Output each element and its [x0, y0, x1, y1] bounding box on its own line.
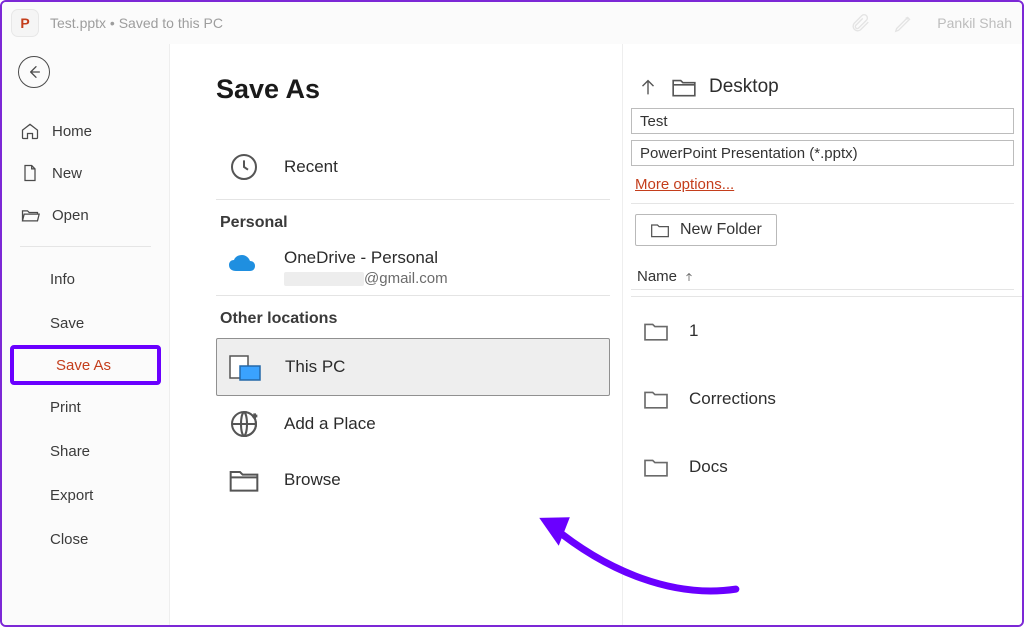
document-icon	[20, 163, 40, 183]
folder-icon	[641, 319, 671, 343]
folder-icon	[671, 76, 697, 98]
title-bar: P Test.pptx • Saved to this PC Pankil Sh…	[2, 2, 1022, 44]
nav-home[interactable]: Home	[2, 110, 169, 152]
location-browse[interactable]: Browse	[216, 452, 610, 508]
nav-open[interactable]: Open	[2, 194, 169, 236]
nav-print[interactable]: Print	[2, 385, 169, 429]
page-title: Save As	[216, 74, 610, 105]
nav-info[interactable]: Info	[2, 257, 169, 301]
location-onedrive[interactable]: OneDrive - Personal @gmail.com	[216, 242, 610, 291]
backstage-window: P Test.pptx • Saved to this PC Pankil Sh…	[0, 0, 1024, 627]
nav-home-label: Home	[52, 123, 92, 140]
browse-label: Browse	[284, 470, 341, 490]
nav-new[interactable]: New	[2, 152, 169, 194]
pen-icon	[893, 12, 915, 34]
location-add-place[interactable]: Add a Place	[216, 396, 610, 452]
nav-share[interactable]: Share	[2, 429, 169, 473]
onedrive-icon	[226, 252, 262, 283]
breadcrumb[interactable]: Desktop	[631, 72, 1022, 108]
add-place-icon	[226, 406, 262, 442]
folder-name: Corrections	[689, 389, 776, 409]
current-folder-label: Desktop	[709, 76, 779, 98]
folder-row[interactable]: Docs	[631, 433, 1022, 501]
nav-save-as[interactable]: Save As	[12, 347, 159, 383]
nav-close[interactable]: Close	[2, 517, 169, 561]
document-title: Test.pptx • Saved to this PC	[50, 15, 223, 31]
save-as-locations: Save As Recent Personal OneDrive - Perso…	[170, 44, 623, 625]
folder-open-icon	[20, 205, 40, 225]
main-area: Home New Open Info Save Save As Print Sh…	[2, 44, 1022, 625]
backstage-nav: Home New Open Info Save Save As Print Sh…	[2, 44, 170, 625]
folder-icon	[226, 462, 262, 498]
nav-save[interactable]: Save	[2, 301, 169, 345]
titlebar-right: Pankil Shah	[849, 12, 1012, 34]
folder-row[interactable]: Corrections	[631, 365, 1022, 433]
this-pc-icon	[227, 349, 263, 385]
nav-new-label: New	[52, 165, 82, 182]
new-folder-button[interactable]: New Folder	[635, 214, 777, 246]
section-other: Other locations	[216, 295, 610, 338]
paperclip-icon	[849, 12, 871, 34]
folder-name: 1	[689, 321, 698, 341]
save-target-panel: Desktop Test PowerPoint Presentation (*.…	[623, 44, 1022, 625]
new-folder-icon	[650, 221, 670, 239]
file-list: 1 Corrections Docs	[631, 296, 1022, 501]
section-personal: Personal	[216, 199, 610, 242]
powerpoint-app-icon: P	[12, 10, 38, 36]
filename-input[interactable]: Test	[631, 108, 1014, 134]
user-name: Pankil Shah	[937, 15, 1012, 31]
arrow-up-icon	[637, 76, 659, 98]
location-this-pc[interactable]: This PC	[216, 338, 610, 396]
new-folder-label: New Folder	[680, 221, 762, 239]
back-button[interactable]	[18, 56, 50, 88]
column-header-name[interactable]: Name	[631, 264, 1022, 289]
this-pc-label: This PC	[285, 357, 345, 377]
folder-icon	[641, 455, 671, 479]
recent-label: Recent	[284, 157, 338, 177]
clock-icon	[226, 149, 262, 185]
nav-export[interactable]: Export	[2, 473, 169, 517]
folder-name: Docs	[689, 457, 728, 477]
add-place-label: Add a Place	[284, 414, 376, 434]
filetype-select[interactable]: PowerPoint Presentation (*.pptx)	[631, 140, 1014, 166]
location-recent[interactable]: Recent	[216, 139, 610, 195]
folder-icon	[641, 387, 671, 411]
arrow-left-icon	[26, 64, 42, 80]
onedrive-email: @gmail.com	[284, 270, 448, 287]
sort-asc-icon	[683, 271, 695, 283]
folder-row[interactable]: 1	[631, 297, 1022, 365]
nav-open-label: Open	[52, 207, 89, 224]
more-options-link[interactable]: More options...	[631, 172, 1022, 203]
nav-divider	[20, 246, 151, 247]
onedrive-title: OneDrive - Personal	[284, 248, 448, 268]
home-icon	[20, 121, 40, 141]
divider	[631, 289, 1014, 290]
